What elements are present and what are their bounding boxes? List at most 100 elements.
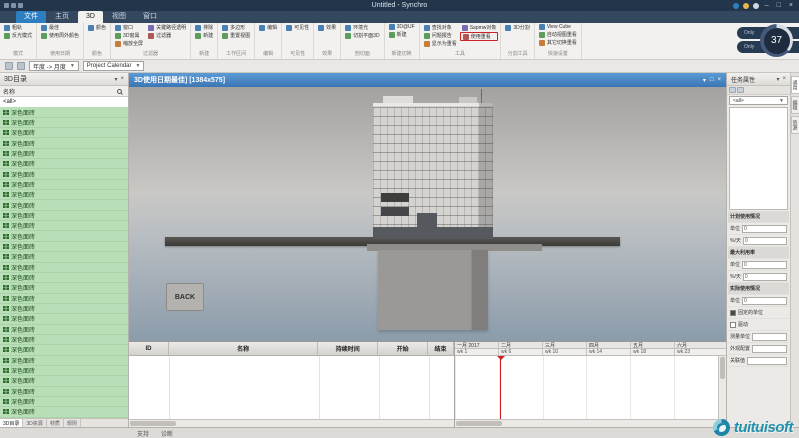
column-header[interactable]: ID bbox=[129, 342, 169, 355]
property-input[interactable] bbox=[752, 345, 787, 353]
ribbon-tab[interactable]: 文件 bbox=[16, 11, 46, 23]
navcube-back-face[interactable]: BACK bbox=[166, 283, 204, 311]
list-item[interactable]: 深色面砖 bbox=[0, 283, 128, 293]
list-item[interactable]: 深色面砖 bbox=[0, 325, 128, 335]
ribbon-button[interactable]: 问题报告 bbox=[422, 32, 459, 39]
list-item[interactable]: 深色面砖 bbox=[0, 128, 128, 138]
building-model[interactable] bbox=[373, 103, 493, 239]
ribbon-button[interactable]: 新建 bbox=[193, 32, 215, 39]
column-header[interactable]: 结束 bbox=[428, 342, 454, 355]
list-item[interactable]: 深色面砖 bbox=[0, 407, 128, 417]
search-icon[interactable] bbox=[117, 89, 122, 94]
ribbon-button[interactable]: 使用重看 bbox=[460, 32, 499, 41]
property-input[interactable]: 0 bbox=[743, 237, 787, 245]
list-item[interactable]: 深色面砖 bbox=[0, 376, 128, 386]
list-item[interactable]: 深色面砖 bbox=[0, 397, 128, 407]
close-icon[interactable]: × bbox=[717, 77, 721, 84]
property-input[interactable] bbox=[747, 357, 787, 365]
scroll-thumb[interactable] bbox=[456, 421, 502, 426]
gantt-vscrollbar[interactable] bbox=[718, 356, 726, 419]
filter-icon[interactable] bbox=[729, 87, 736, 93]
sort-icon[interactable] bbox=[737, 87, 744, 93]
viewport-3d[interactable]: BACK bbox=[129, 87, 726, 341]
list-item[interactable]: <all> bbox=[0, 97, 128, 107]
table-body[interactable] bbox=[129, 356, 454, 419]
ribbon-button[interactable]: View Cube bbox=[537, 24, 579, 30]
side-tab[interactable]: 资源 bbox=[791, 116, 799, 134]
sync-icon[interactable] bbox=[733, 3, 739, 9]
ribbon-button[interactable]: 环境光 bbox=[343, 24, 381, 31]
side-tab[interactable]: 编辑 bbox=[791, 96, 799, 114]
restore-icon[interactable]: □ bbox=[710, 77, 714, 84]
ribbon-tab[interactable]: 3D bbox=[78, 11, 103, 23]
ribbon-button[interactable]: 新建 bbox=[387, 31, 417, 38]
list-item[interactable]: 深色面砖 bbox=[0, 345, 128, 355]
ribbon-button[interactable]: 颜色 bbox=[86, 24, 108, 31]
column-header[interactable]: 开始 bbox=[378, 342, 428, 355]
ribbon-button[interactable]: 显示为重看 bbox=[422, 40, 459, 47]
catalog-column-header[interactable]: 名称 bbox=[0, 86, 128, 97]
minimize-button[interactable]: – bbox=[763, 2, 771, 9]
ribbon-tab[interactable]: 主页 bbox=[47, 11, 77, 23]
list-item[interactable]: 深色面砖 bbox=[0, 314, 128, 324]
ribbon-button[interactable]: 3D分割 bbox=[503, 24, 531, 31]
quick-access-toolbar[interactable] bbox=[4, 3, 23, 8]
timescale-icon[interactable] bbox=[5, 62, 13, 70]
close-icon[interactable]: × bbox=[120, 76, 124, 83]
ribbon-button[interactable]: 使用周外颜色 bbox=[39, 32, 81, 39]
property-input[interactable]: 0 bbox=[742, 261, 787, 269]
ribbon-button[interactable]: 粗轨 bbox=[2, 24, 34, 31]
maximize-button[interactable]: □ bbox=[775, 2, 783, 9]
panel-tab[interactable]: 3D目录 bbox=[0, 419, 23, 427]
list-item[interactable]: 深色面砖 bbox=[0, 387, 128, 397]
list-item[interactable]: 深色面砖 bbox=[0, 149, 128, 159]
ribbon-button[interactable]: 编辑 bbox=[257, 24, 279, 31]
ribbon-button[interactable]: 3D窗属 bbox=[113, 32, 145, 39]
list-item[interactable]: 深色面砖 bbox=[0, 138, 128, 148]
ribbon-button[interactable]: 3D@UF bbox=[387, 24, 417, 30]
property-input[interactable] bbox=[752, 333, 787, 341]
close-icon[interactable]: × bbox=[782, 76, 786, 83]
list-item[interactable]: 深色面砖 bbox=[0, 190, 128, 200]
scroll-thumb[interactable] bbox=[130, 421, 176, 426]
pin-icon[interactable]: ▾ bbox=[114, 76, 117, 83]
list-item[interactable]: 深色面砖 bbox=[0, 211, 128, 221]
ribbon-button[interactable]: 重置视图 bbox=[220, 32, 252, 39]
properties-list[interactable] bbox=[729, 107, 788, 210]
checkbox[interactable] bbox=[730, 322, 736, 328]
theme-icon[interactable] bbox=[753, 3, 759, 9]
list-item[interactable]: 深色面砖 bbox=[0, 366, 128, 376]
pin-icon[interactable]: ▾ bbox=[703, 77, 706, 84]
ribbon-button[interactable]: 关键路径透明 bbox=[146, 24, 188, 31]
checkbox[interactable] bbox=[730, 310, 736, 316]
list-item[interactable]: 深色面砖 bbox=[0, 273, 128, 283]
gantt-body[interactable] bbox=[455, 356, 726, 419]
property-input[interactable]: 0 bbox=[742, 225, 787, 233]
properties-filter-select[interactable]: <all> ▼ bbox=[729, 96, 788, 105]
panel-tab[interactable]: 规则 bbox=[64, 419, 81, 427]
redo-icon[interactable] bbox=[18, 3, 23, 8]
ribbon-button[interactable]: 过滤器 bbox=[146, 32, 188, 39]
ribbon-button[interactable]: 排除 bbox=[193, 24, 215, 31]
list-item[interactable]: 深色面砖 bbox=[0, 159, 128, 169]
account-icon[interactable] bbox=[743, 3, 749, 9]
column-header[interactable]: 名称 bbox=[169, 342, 319, 355]
ribbon-button[interactable]: 效果 bbox=[316, 24, 338, 31]
list-item[interactable]: 深色面砖 bbox=[0, 252, 128, 262]
ribbon-button[interactable]: 窗口 bbox=[113, 24, 145, 31]
status-item[interactable]: 诊断 bbox=[159, 429, 175, 438]
list-item[interactable]: 深色面砖 bbox=[0, 107, 128, 117]
list-item[interactable]: 深色面砖 bbox=[0, 294, 128, 304]
list-item[interactable]: 深色面砖 bbox=[0, 118, 128, 128]
scroll-thumb[interactable] bbox=[720, 357, 725, 379]
property-input[interactable]: 0 bbox=[742, 297, 787, 305]
list-item[interactable]: 深色面砖 bbox=[0, 180, 128, 190]
ribbon-button[interactable]: 切割平面3D bbox=[343, 32, 381, 39]
ribbon-tab[interactable]: 窗口 bbox=[135, 11, 165, 23]
status-item[interactable]: 支持 bbox=[135, 429, 151, 438]
list-item[interactable]: 深色面砖 bbox=[0, 221, 128, 231]
side-tab[interactable]: 通用 bbox=[791, 76, 799, 94]
ribbon-button[interactable]: Sapmw对象 bbox=[460, 24, 499, 31]
ribbon-button[interactable]: 反光模式 bbox=[2, 32, 34, 39]
ribbon-tab[interactable]: 视图 bbox=[104, 11, 134, 23]
